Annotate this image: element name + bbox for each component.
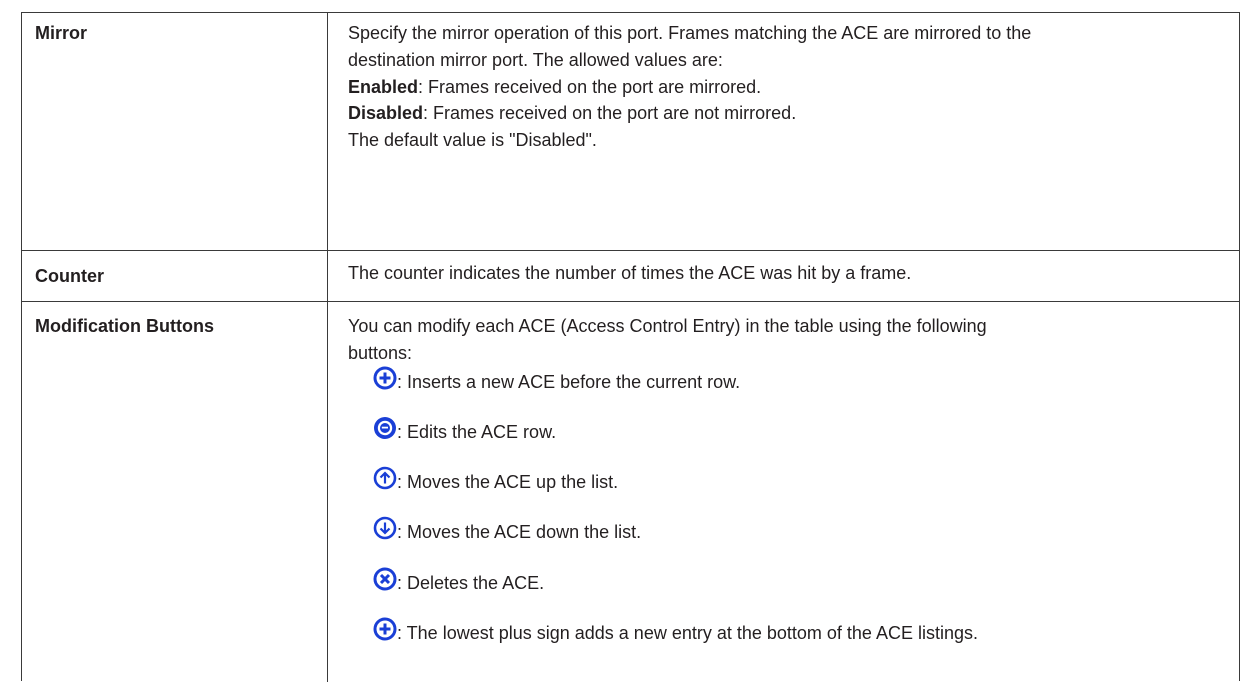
description-cell: You can modify each ACE (Access Control … bbox=[328, 302, 1239, 682]
table-row-counter: Counter The counter indicates the number… bbox=[22, 250, 1239, 301]
enabled-definition: Enabled: Frames received on the port are… bbox=[348, 76, 761, 98]
edit-circle-icon bbox=[373, 416, 397, 440]
desc-line: buttons: bbox=[348, 343, 413, 363]
table-row-modification-buttons: Modification Buttons You can modify each… bbox=[22, 301, 1239, 682]
down-arrow-circle-icon bbox=[373, 516, 397, 540]
term-mirror: Mirror bbox=[35, 23, 88, 43]
button-description-text: : Inserts a new ACE before the current r… bbox=[397, 372, 741, 392]
term-counter: Counter bbox=[35, 266, 104, 286]
term-cell: Counter bbox=[22, 251, 328, 301]
term-cell: Modification Buttons bbox=[22, 302, 328, 682]
enabled-text: : Frames received on the port are mirror… bbox=[418, 77, 762, 97]
plus-circle-icon bbox=[373, 366, 397, 390]
button-description: : Inserts a new ACE before the current r… bbox=[373, 366, 741, 394]
desc-line: Specify the mirror operation of this por… bbox=[348, 23, 1032, 43]
button-description-text: : Edits the ACE row. bbox=[397, 422, 557, 442]
disabled-text: : Frames received on the port are not mi… bbox=[423, 103, 797, 123]
description-cell: Specify the mirror operation of this por… bbox=[328, 13, 1239, 250]
plus-circle-icon bbox=[373, 617, 397, 641]
button-description: : Deletes the ACE. bbox=[373, 567, 545, 595]
desc-line: destination mirror port. The allowed val… bbox=[348, 50, 723, 70]
button-description-text: : Moves the ACE up the list. bbox=[397, 472, 619, 492]
button-description: : Moves the ACE down the list. bbox=[373, 516, 642, 544]
description-table: Mirror Specify the mirror operation of t… bbox=[21, 12, 1240, 682]
up-arrow-circle-icon bbox=[373, 466, 397, 490]
term-cell: Mirror bbox=[22, 13, 328, 250]
button-description: : Edits the ACE row. bbox=[373, 417, 557, 444]
button-description-text: : Moves the ACE down the list. bbox=[397, 522, 642, 542]
button-description-text: : Deletes the ACE. bbox=[397, 573, 545, 593]
button-description-text: : The lowest plus sign adds a new entry … bbox=[397, 623, 978, 643]
desc-line: You can modify each ACE (Access Control … bbox=[348, 316, 987, 336]
disabled-label: Disabled bbox=[348, 103, 424, 123]
button-description: : The lowest plus sign adds a new entry … bbox=[373, 617, 978, 645]
default-value-text: The default value is "Disabled". bbox=[348, 130, 597, 150]
enabled-label: Enabled bbox=[348, 77, 419, 97]
table-row-mirror: Mirror Specify the mirror operation of t… bbox=[22, 13, 1239, 250]
desc-line: The counter indicates the number of time… bbox=[348, 263, 912, 283]
description-cell: The counter indicates the number of time… bbox=[328, 251, 1239, 301]
delete-circle-icon bbox=[373, 567, 397, 591]
disabled-definition: Disabled: Frames received on the port ar… bbox=[348, 102, 796, 124]
term-modification-buttons: Modification Buttons bbox=[35, 316, 214, 336]
button-description: : Moves the ACE up the list. bbox=[373, 466, 619, 494]
